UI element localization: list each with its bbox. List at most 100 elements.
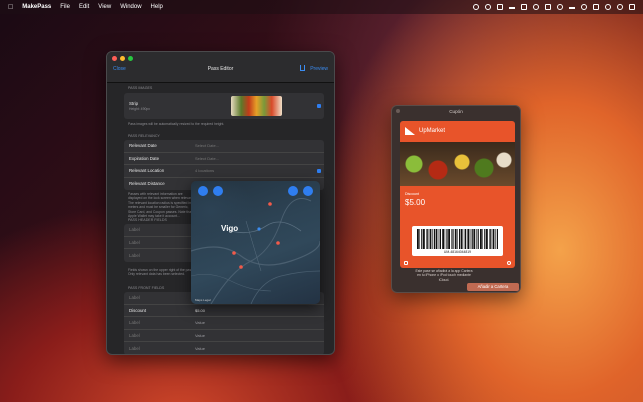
front-field-label[interactable]: Discount xyxy=(129,308,146,313)
status-icon-7[interactable] xyxy=(545,4,551,10)
strip-height: Height: 490px xyxy=(129,107,150,111)
status-icon-8[interactable] xyxy=(557,4,563,10)
relevant-location-label: Relevant Location xyxy=(129,168,165,174)
strip-image-thumbnail[interactable] xyxy=(231,96,282,116)
expiration-date-row[interactable]: Expiration Date Select Date... xyxy=(124,153,324,165)
relevant-date-picker[interactable]: Select Date... xyxy=(195,143,219,148)
section-front-fields: PASS FRONT FIELDS xyxy=(128,286,165,290)
wifi-icon[interactable] xyxy=(605,4,611,10)
expiration-date-picker[interactable]: Select Date... xyxy=(195,156,219,161)
relevant-distance-label: Relevant Distance xyxy=(129,181,165,187)
map-location-button[interactable] xyxy=(198,186,208,196)
relevant-date-row[interactable]: Relevant Date Select Date... xyxy=(124,140,324,153)
wallet-info-text: Este pase se añadirá a la app Cartera en… xyxy=(415,269,473,282)
map-navigate-button[interactable] xyxy=(303,186,313,196)
front-field-label[interactable]: Label xyxy=(129,295,140,300)
front-field-row[interactable]: Label Value xyxy=(124,342,324,354)
strip-image xyxy=(400,142,515,186)
header-field-row[interactable]: Label xyxy=(124,224,194,237)
menu-app-name[interactable]: MakePass xyxy=(22,4,51,10)
relevant-location-value[interactable]: 4 locations xyxy=(195,168,214,173)
header-fields-note: Fields shown on the upper right of the p… xyxy=(128,268,194,277)
front-field-row[interactable]: Label Value xyxy=(124,330,324,342)
menu-bar:  MakePass File Edit View Window Help xyxy=(0,0,643,14)
map-pin[interactable] xyxy=(276,241,280,245)
front-field-label[interactable]: Label xyxy=(129,320,140,325)
brand-logo-icon xyxy=(405,127,415,135)
status-icon-5[interactable] xyxy=(521,4,527,10)
header-fields-group: Label Label Label xyxy=(124,224,194,262)
header-field-label[interactable]: Label xyxy=(129,240,140,245)
menu-window[interactable]: Window xyxy=(120,4,141,10)
front-field-value[interactable]: $5.00 xyxy=(195,308,205,313)
front-field-value[interactable]: Value xyxy=(195,346,205,351)
map-delete-button[interactable] xyxy=(213,186,223,196)
header-field-row[interactable]: Label xyxy=(124,237,194,249)
status-icon-6[interactable] xyxy=(533,4,539,10)
relevancy-note: Passes with relevant information are dis… xyxy=(128,192,194,219)
section-pass-relevancy: PASS RELEVANCY xyxy=(128,134,160,138)
location-checkbox[interactable] xyxy=(317,168,321,173)
front-field-value[interactable]: Value xyxy=(195,333,205,338)
barcode: UM-48164044819 xyxy=(412,226,503,256)
barcode-graphic xyxy=(417,229,498,249)
zoom-window-icon[interactable] xyxy=(128,56,133,61)
add-to-wallet-button[interactable]: Añadir a Cartera xyxy=(467,283,519,291)
preview-button[interactable]: Preview xyxy=(310,66,328,72)
relevant-location-row[interactable]: Relevant Location 4 locations xyxy=(124,165,324,178)
strip-checkbox[interactable] xyxy=(317,104,321,108)
discount-value: $5.00 xyxy=(405,198,426,207)
map-pin[interactable] xyxy=(232,251,236,255)
battery-icon[interactable] xyxy=(593,4,599,10)
close-window-icon[interactable] xyxy=(112,56,117,61)
front-field-row[interactable]: Label Value xyxy=(124,317,324,330)
map-search-button[interactable] xyxy=(288,186,298,196)
discount-label: Discount xyxy=(405,192,419,196)
status-icon-2[interactable] xyxy=(485,4,491,10)
front-field-label[interactable]: Label xyxy=(129,346,140,351)
map-pin[interactable] xyxy=(257,227,261,231)
title-bar: Close Pass Editor Preview xyxy=(107,52,334,83)
notification-icon[interactable] xyxy=(629,4,635,10)
bluetooth-icon[interactable] xyxy=(581,4,587,10)
control-center-icon[interactable] xyxy=(617,4,623,10)
coupon-preview-window: Cupón UpMarket Discount $5.00 UM-4816404… xyxy=(391,105,521,293)
volume-icon[interactable] xyxy=(569,7,575,9)
map-legal-text[interactable]: Maps Legal xyxy=(195,298,211,302)
menu-view[interactable]: View xyxy=(98,4,111,10)
header-field-label[interactable]: Label xyxy=(129,227,140,232)
front-field-label[interactable]: Label xyxy=(129,333,140,338)
status-icon-1[interactable] xyxy=(473,4,479,10)
info-icon[interactable] xyxy=(507,261,511,265)
map-pin[interactable] xyxy=(239,265,243,269)
window-controls xyxy=(112,56,133,61)
menu-help[interactable]: Help xyxy=(151,4,163,10)
relevant-date-label: Relevant Date xyxy=(129,143,157,149)
section-pass-images: PASS IMAGES xyxy=(128,86,153,90)
strip-image-row[interactable]: Strip Height: 490px xyxy=(124,93,324,119)
expiration-date-label: Expiration Date xyxy=(129,155,160,161)
strip-label: Strip xyxy=(129,101,139,106)
map-roads xyxy=(191,198,320,304)
menu-edit[interactable]: Edit xyxy=(79,4,89,10)
status-area xyxy=(473,4,635,10)
front-field-row[interactable]: Discount $5.00 xyxy=(124,305,324,317)
header-field-label[interactable]: Label xyxy=(129,253,140,258)
status-icon-4[interactable] xyxy=(509,7,515,9)
header-field-row[interactable]: Label xyxy=(124,249,194,262)
apple-menu-icon[interactable]:  xyxy=(8,4,13,11)
section-header-fields: PASS HEADER FIELDS xyxy=(128,218,167,222)
barcode-text: UM-48164044819 xyxy=(443,250,472,254)
minimize-window-icon[interactable] xyxy=(120,56,125,61)
location-map[interactable]: Vigo Maps Legal xyxy=(191,181,320,304)
share-pass-icon[interactable] xyxy=(404,261,408,265)
coupon-pass-card: UpMarket Discount $5.00 UM-48164044819 xyxy=(400,121,515,268)
menu-file[interactable]: File xyxy=(60,4,70,10)
map-city-label: Vigo xyxy=(221,224,239,233)
pass-images-note: Pass images will be automatically resize… xyxy=(128,122,225,126)
front-field-value[interactable]: Value xyxy=(195,320,205,325)
map-pin[interactable] xyxy=(268,202,272,206)
status-icon-3[interactable] xyxy=(497,4,503,10)
coupon-window-title: Cupón xyxy=(449,109,463,114)
share-icon[interactable] xyxy=(300,65,305,71)
